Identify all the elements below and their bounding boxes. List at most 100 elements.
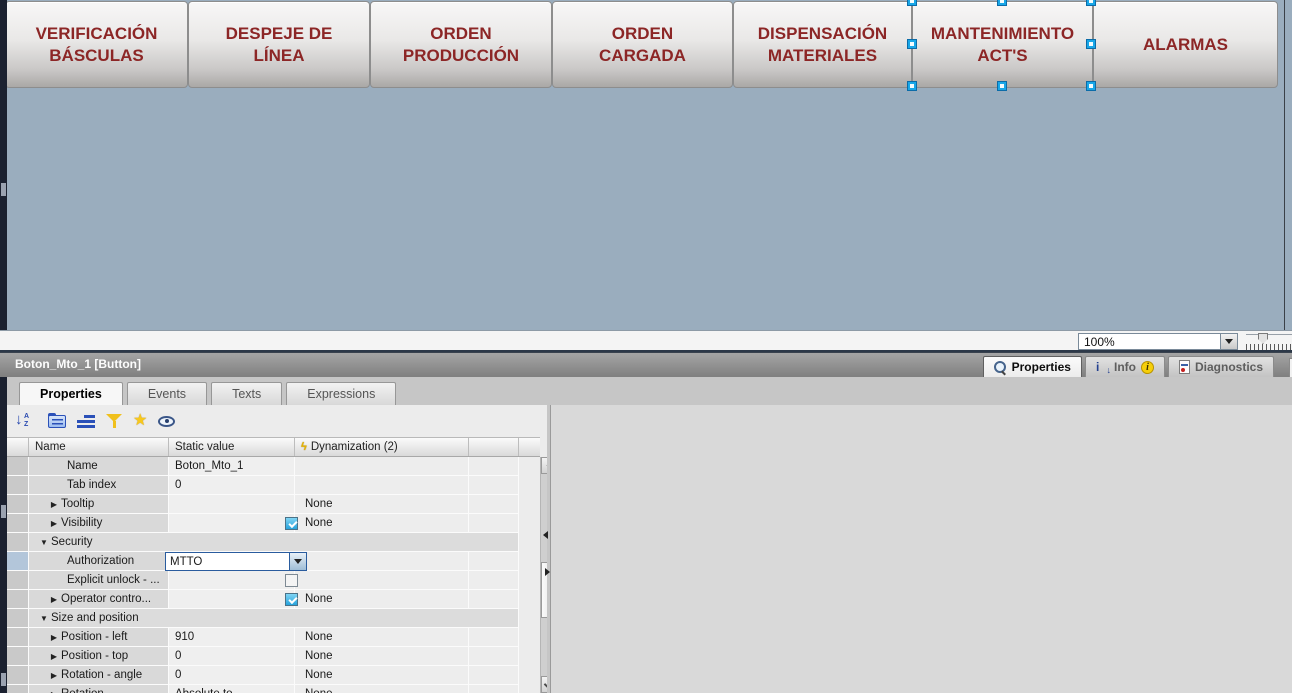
selection-handle[interactable] xyxy=(1086,81,1096,91)
authorization-select[interactable]: MTTO xyxy=(165,552,307,571)
property-value-cell[interactable] xyxy=(169,495,295,514)
hmi-button-dispensaci-n-materiales[interactable]: DISPENSACIÓN MATERIALES xyxy=(733,1,912,88)
hmi-button-mantenimiento-act-s[interactable]: MANTENIMIENTO ACT'S xyxy=(907,0,1096,91)
collapse-arrow-icon[interactable]: ▼ xyxy=(37,614,51,623)
splitter-grip[interactable] xyxy=(1,505,6,518)
hmi-button-orden-producci-n[interactable]: ORDEN PRODUCCIÓN xyxy=(370,1,552,88)
dynamization-cell[interactable]: None xyxy=(295,666,469,685)
selection-handle[interactable] xyxy=(907,81,917,91)
selection-handle[interactable] xyxy=(996,81,1007,91)
property-value-cell[interactable] xyxy=(169,514,298,533)
header-static-value-column[interactable]: Static value xyxy=(169,438,295,456)
pane-splitter[interactable] xyxy=(543,405,551,693)
dynamization-cell[interactable] xyxy=(295,476,469,495)
splitter-grip[interactable] xyxy=(1,673,6,686)
row-handle[interactable] xyxy=(7,647,29,666)
row-handle[interactable] xyxy=(7,514,29,533)
dynamization-cell[interactable]: None xyxy=(295,590,469,609)
dynamization-cell[interactable] xyxy=(295,457,469,476)
dynamization-cell[interactable]: None xyxy=(295,647,469,666)
property-value[interactable]: Boton_Mto_1 xyxy=(175,460,243,472)
favorites-icon[interactable]: ★ xyxy=(133,413,147,429)
property-value-cell[interactable]: 0 xyxy=(169,666,295,685)
tab-expressions[interactable]: Expressions xyxy=(286,382,397,405)
expand-arrow-icon[interactable]: ▶ xyxy=(47,652,61,661)
hmi-button-despeje-de-l-nea[interactable]: DESPEJE DE LÍNEA xyxy=(188,1,370,88)
dock-tab-info[interactable]: iInfoi xyxy=(1084,356,1165,377)
row-handle[interactable] xyxy=(7,666,29,685)
property-value[interactable]: Absolute to ... xyxy=(175,688,245,693)
property-checkbox[interactable] xyxy=(285,592,298,606)
row-handle[interactable] xyxy=(7,552,29,571)
section-row-size-and-position[interactable]: ▼ Size and position xyxy=(29,609,519,628)
dynamization-cell[interactable]: None xyxy=(295,628,469,647)
selection-handle[interactable] xyxy=(907,38,917,49)
header-name-column[interactable]: Name xyxy=(29,438,169,456)
dynamization-cell[interactable] xyxy=(295,552,469,571)
row-handle[interactable] xyxy=(7,685,29,693)
eye-icon[interactable] xyxy=(158,415,176,427)
header-dynamization-column[interactable]: ϟ Dynamization (2) xyxy=(295,438,469,456)
selection-handle[interactable] xyxy=(1086,38,1096,49)
row-handle[interactable] xyxy=(7,590,29,609)
combo-dropdown-button[interactable] xyxy=(289,553,306,570)
section-row-security[interactable]: ▼ Security xyxy=(29,533,519,552)
property-value-cell[interactable]: Boton_Mto_1 xyxy=(169,457,295,476)
dynamization-cell[interactable]: None xyxy=(295,495,469,514)
property-value-cell[interactable] xyxy=(169,590,298,609)
row-handle[interactable] xyxy=(7,571,29,590)
expand-arrow-icon[interactable]: ▶ xyxy=(47,633,61,642)
tab-events[interactable]: Events xyxy=(126,382,208,405)
zoom-slider[interactable] xyxy=(1246,333,1292,350)
hmi-button-orden-cargada[interactable]: ORDEN CARGADA xyxy=(552,1,733,88)
hmi-button-verificaci-n-b-sculas[interactable]: VERIFICACIÓN BÁSCULAS xyxy=(5,1,188,88)
expand-arrow-icon[interactable]: ▶ xyxy=(47,595,61,604)
selection-handle[interactable] xyxy=(907,0,917,6)
collapse-arrow-icon[interactable]: ▼ xyxy=(37,538,51,547)
dynamization-cell[interactable] xyxy=(295,571,469,590)
property-value-cell[interactable] xyxy=(169,571,298,590)
sort-az-icon[interactable]: ↓ A Z xyxy=(15,411,37,429)
expand-arrow-icon[interactable]: ▶ xyxy=(47,690,61,693)
property-checkbox[interactable] xyxy=(285,516,298,530)
row-handle[interactable] xyxy=(7,476,29,495)
property-value[interactable]: 0 xyxy=(175,650,181,662)
property-value-cell[interactable]: 910 xyxy=(169,628,295,647)
hmi-button-alarmas[interactable]: ALARMAS xyxy=(1093,1,1278,88)
folder-icon[interactable] xyxy=(48,412,66,428)
expand-arrow-icon[interactable]: ▶ xyxy=(47,519,61,528)
zoom-dropdown-button[interactable] xyxy=(1220,334,1237,349)
expand-arrow-icon[interactable]: ▶ xyxy=(47,671,61,680)
splitter-grip[interactable] xyxy=(1,183,6,196)
hmi-screen-canvas[interactable]: VERIFICACIÓN BÁSCULAS DESPEJE DE LÍNEA ORD… xyxy=(0,0,1292,330)
dynamization-cell[interactable]: None xyxy=(295,685,469,693)
property-value[interactable]: 0 xyxy=(175,669,181,681)
expand-arrow-icon[interactable]: ▶ xyxy=(47,500,61,509)
list-icon[interactable] xyxy=(77,414,95,428)
tab-properties[interactable]: Properties xyxy=(19,382,123,405)
zoom-slider-handle[interactable] xyxy=(1258,333,1268,344)
row-handle[interactable] xyxy=(7,628,29,647)
property-value-cell[interactable]: Absolute to ... xyxy=(169,685,295,693)
selection-handle[interactable] xyxy=(996,0,1007,6)
property-value-cell[interactable]: 0 xyxy=(169,647,295,666)
collapse-left-icon[interactable] xyxy=(543,531,548,539)
property-value-cell[interactable]: 0 xyxy=(169,476,295,495)
selection-handle[interactable] xyxy=(1086,0,1096,6)
property-checkbox[interactable] xyxy=(285,573,298,587)
row-handle[interactable] xyxy=(7,533,29,552)
combo-value: MTTO xyxy=(170,555,203,568)
row-handle[interactable] xyxy=(7,457,29,476)
tab-texts[interactable]: Texts xyxy=(211,382,283,405)
collapse-right-icon[interactable] xyxy=(545,568,550,576)
property-value[interactable]: 910 xyxy=(175,631,194,643)
property-value[interactable]: 0 xyxy=(175,479,181,491)
row-handle[interactable] xyxy=(7,609,29,628)
dock-tab-properties[interactable]: Properties xyxy=(982,356,1082,377)
property-value-cell[interactable]: MTTO xyxy=(165,552,307,571)
zoom-level-select[interactable]: 100% xyxy=(1078,333,1238,350)
filter-icon[interactable] xyxy=(106,413,122,429)
dynamization-cell[interactable]: None xyxy=(295,514,469,533)
row-handle[interactable] xyxy=(7,495,29,514)
dock-tab-diagnostics[interactable]: Diagnostics xyxy=(1167,356,1274,377)
